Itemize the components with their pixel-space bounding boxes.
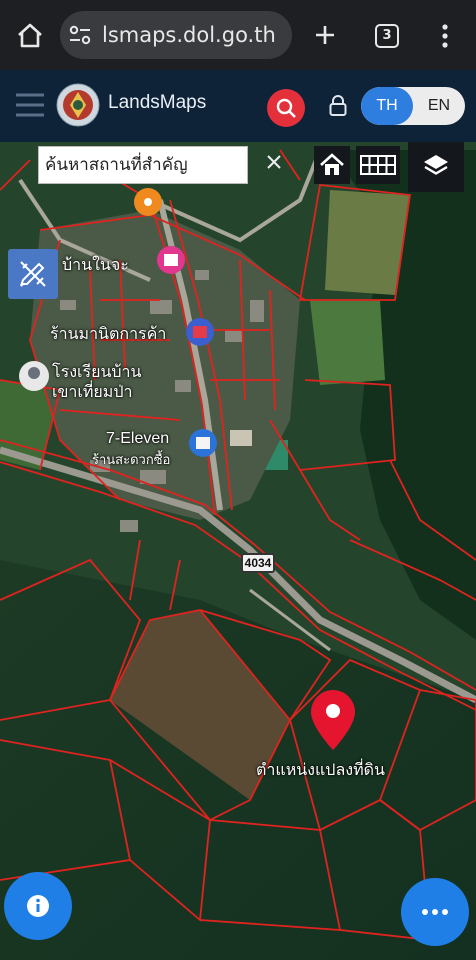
layers-button[interactable] (408, 142, 464, 192)
logo (56, 83, 100, 127)
label-school-line2: เขาเที่ยมป่า (52, 382, 133, 401)
url-text[interactable]: lsmaps.dol.go.th (102, 23, 276, 47)
app-header: LandsMaps TH EN (0, 70, 476, 142)
tab-count: 3 (382, 28, 392, 43)
home-view-button[interactable] (314, 146, 350, 184)
map-canvas[interactable]: บ้านในจะ ร้านมานิตการค้า โรงเรียนบ้าน เข… (0, 142, 476, 960)
lang-th-option[interactable]: TH (361, 87, 413, 125)
road-shield: 4034 (241, 553, 275, 573)
site-settings-icon[interactable] (68, 25, 92, 45)
info-icon (27, 895, 49, 917)
close-icon[interactable] (266, 154, 282, 170)
search-button[interactable] (267, 89, 305, 127)
layers-icon (424, 155, 448, 175)
lang-en-option[interactable]: EN (413, 87, 465, 125)
brand-name: LandsMaps (108, 92, 207, 113)
lock-icon[interactable] (328, 94, 348, 118)
label-shop: ร้านมานิตการค้า (50, 324, 167, 343)
place-search-input[interactable] (39, 147, 247, 183)
poi-marker-pink[interactable] (157, 246, 185, 274)
open-field (310, 300, 385, 385)
poi-marker-orange[interactable] (134, 188, 162, 216)
grid-icon (360, 155, 396, 175)
browser-toolbar: lsmaps.dol.go.th 3 (0, 0, 476, 70)
address-bar[interactable]: lsmaps.dol.go.th (60, 11, 292, 59)
place-search-box[interactable] (38, 146, 248, 184)
search-icon (276, 98, 296, 118)
more-options-button[interactable] (401, 878, 469, 946)
label-village: บ้านในจะ (62, 255, 129, 274)
draw-tool-icon (20, 261, 46, 287)
basemap-home-icon (320, 153, 344, 175)
label-7eleven: 7-Eleven (106, 430, 170, 447)
poi-marker-7eleven[interactable] (189, 429, 217, 457)
home-icon[interactable] (16, 22, 44, 48)
new-tab-icon[interactable] (314, 24, 336, 46)
grid-button[interactable] (356, 146, 400, 184)
hamburger-icon[interactable] (14, 92, 46, 118)
menu-dots-icon[interactable] (440, 23, 450, 49)
label-shop2: ร้านสะดวกซื้อ (92, 453, 171, 468)
more-icon (422, 909, 448, 915)
poi-marker-shop[interactable] (186, 318, 214, 346)
language-toggle[interactable]: TH EN (361, 87, 465, 125)
draw-tool-button[interactable] (8, 249, 58, 299)
info-button[interactable] (4, 872, 72, 940)
tab-switcher-icon[interactable]: 3 (375, 24, 399, 48)
label-parcel-location: ตำแหน่งแปลงที่ดิน (256, 760, 385, 779)
poi-marker-school[interactable] (19, 361, 49, 391)
